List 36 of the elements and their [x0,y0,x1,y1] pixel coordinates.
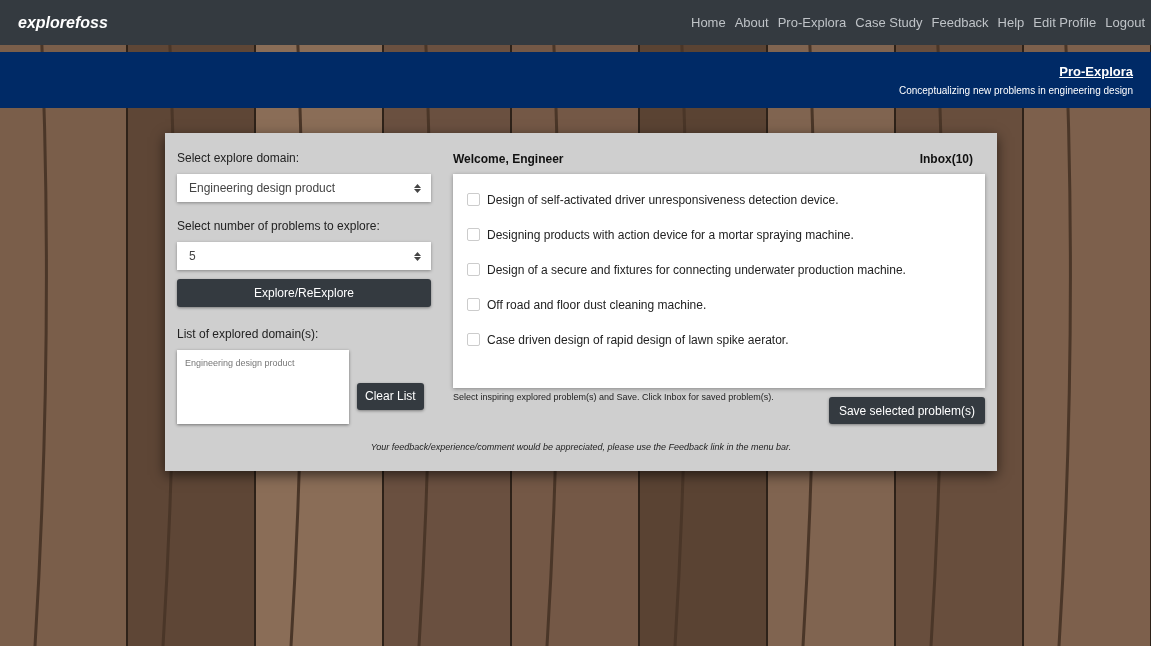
caret-icon [414,183,421,193]
domain-select[interactable]: Engineering design product [177,174,431,202]
nav-link[interactable]: Pro-Explora [777,15,847,30]
nav-link[interactable]: Case Study [855,15,923,30]
banner-title-link[interactable]: Pro-Explora [1059,64,1133,79]
explore-button[interactable]: Explore/ReExplore [177,279,431,307]
count-select[interactable]: 5 [177,242,431,270]
feedback-note: Your feedback/experience/comment would be appreciated, please use the Feedback link in the menu bar. [369,442,793,452]
welcome-heading: Welcome, Engineer [453,152,564,166]
problem-text: Case driven design of rapid design of lawn spike aerator. [487,332,789,347]
domain-list-field[interactable]: Engineering design product [177,350,349,424]
nav-link[interactable]: Logout [1105,15,1145,30]
clear-list-button[interactable]: Clear List [357,382,424,410]
checkbox[interactable] [467,228,480,241]
domain-label: Select explore domain: [177,151,301,165]
nav-link[interactable]: Feedback [931,15,989,30]
brand-logo[interactable]: explorefoss [18,13,108,32]
problem-text: Off road and floor dust cleaning machine. [487,297,707,312]
list-label: List of explored domain(s): [177,327,320,341]
problem-text: Designing products with action device for a mortar spraying machine. [487,227,854,242]
nav-link[interactable]: Home [691,15,726,30]
caret-icon [414,251,421,261]
nav-link[interactable]: About [734,15,769,30]
count-label: Select number of problems to explore: [177,219,381,233]
checkbox[interactable] [467,193,480,206]
save-button[interactable]: Save selected problem(s) [828,397,985,424]
nav-link[interactable]: Edit Profile [1033,15,1097,30]
checkbox[interactable] [467,298,480,311]
checkbox[interactable] [467,263,480,276]
inbox-link[interactable]: Inbox(10) [919,152,973,166]
nav-link[interactable]: Help [997,15,1025,30]
problem-text: Design of self-activated driver unresponsiveness detection device. [487,192,839,207]
checkbox[interactable] [467,333,480,346]
banner-subtitle: Conceptualizing new problems in engineering design [898,85,1133,96]
problem-text: Design of a secure and fixtures for connecting underwater production machine. [487,262,906,277]
hint-text: Select inspiring explored problem(s) and Save. Click Inbox for saved problem(s). [453,392,774,402]
